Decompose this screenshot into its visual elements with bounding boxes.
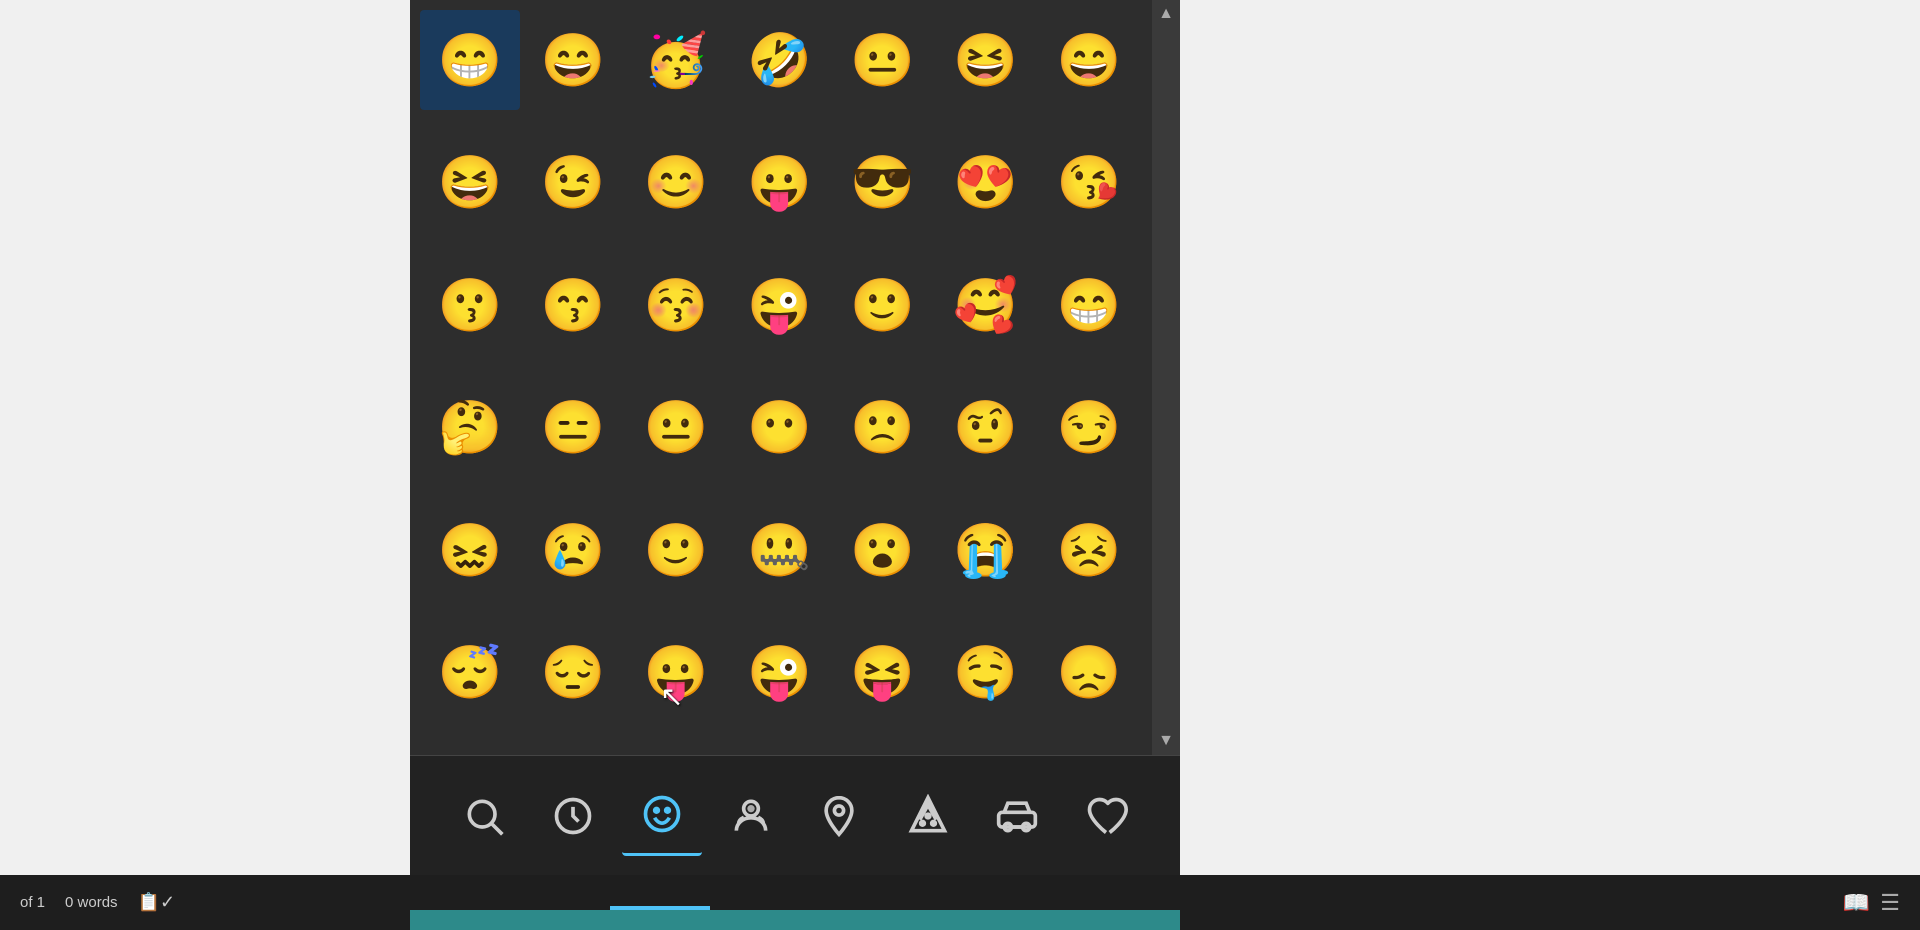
emoji-grid: 😁😄🥳🤣😐😆😄😆😉😊😛😎😍😘😗😙😚😜🙂🥰😁🤔😑😐😶🙁🤨😏😖😢🙂🤐😮😭😣😴😔😛😜😝… xyxy=(410,0,1180,755)
toolbar-people-btn[interactable] xyxy=(711,776,791,856)
emoji-cell[interactable]: 😣 xyxy=(1039,500,1139,600)
emoji-cell[interactable]: 😞 xyxy=(1039,623,1139,723)
heart-icon xyxy=(1084,794,1128,838)
emoji-icon xyxy=(640,792,684,836)
emoji-cell[interactable]: 😭 xyxy=(936,500,1036,600)
emoji-cell[interactable]: 🥳 xyxy=(626,10,726,110)
emoji-cell[interactable]: 😛 xyxy=(729,133,829,233)
emoji-cell[interactable]: 😑 xyxy=(523,378,623,478)
emoji-cell[interactable]: 😆 xyxy=(420,133,520,233)
emoji-cell[interactable]: 😖 xyxy=(420,500,520,600)
toolbar-search-btn[interactable] xyxy=(444,776,524,856)
food-icon xyxy=(906,794,950,838)
activity-icon xyxy=(817,794,861,838)
emoji-cell[interactable]: 😘 xyxy=(1039,133,1139,233)
picker-scrollbar[interactable]: ▲ ▼ xyxy=(1152,0,1180,755)
people-icon xyxy=(729,794,773,838)
emoji-picker-panel: ▲ ▼ 😁😄🥳🤣😐😆😄😆😉😊😛😎😍😘😗😙😚😜🙂🥰😁🤔😑😐😶🙁🤨😏😖😢🙂🤐😮😭😣😴… xyxy=(410,0,1180,875)
emoji-cell[interactable]: 😛 xyxy=(626,623,726,723)
emoji-cell[interactable]: 😗 xyxy=(420,255,520,355)
emoji-cell[interactable]: 😆 xyxy=(936,10,1036,110)
toolbar-travel-btn[interactable] xyxy=(977,776,1057,856)
emoji-cell[interactable]: 😴 xyxy=(420,623,520,723)
scroll-up-arrow[interactable]: ▲ xyxy=(1158,5,1174,23)
emoji-cell[interactable]: 🤣 xyxy=(729,10,829,110)
book-icon: 📖 xyxy=(1843,890,1870,916)
emoji-cell[interactable]: 😎 xyxy=(833,133,933,233)
emoji-cell[interactable]: 😄 xyxy=(523,10,623,110)
toolbar-activity-btn[interactable] xyxy=(799,776,879,856)
toolbar-recent-btn[interactable] xyxy=(533,776,613,856)
emoji-cell[interactable]: 😏 xyxy=(1039,378,1139,478)
page-indicator: of 1 xyxy=(20,894,45,911)
doc-check-icon: 📋✓ xyxy=(138,892,176,913)
emoji-cell[interactable]: 🙁 xyxy=(833,378,933,478)
search-icon xyxy=(462,794,506,838)
emoji-cell[interactable]: 😔 xyxy=(523,623,623,723)
emoji-cell[interactable]: 😄 xyxy=(1039,10,1139,110)
emoji-cell[interactable]: 😁 xyxy=(420,10,520,110)
emoji-cell[interactable]: 🙂 xyxy=(833,255,933,355)
teal-bottom-bar xyxy=(410,910,1180,930)
emoji-cell[interactable]: 🙂 xyxy=(626,500,726,600)
emoji-cell[interactable]: 😐 xyxy=(626,378,726,478)
emoji-cell[interactable]: 🤤 xyxy=(936,623,1036,723)
emoji-cell[interactable]: 😝 xyxy=(833,623,933,723)
emoji-cell[interactable]: 🤨 xyxy=(936,378,1036,478)
emoji-cell[interactable]: 😚 xyxy=(626,255,726,355)
document-left-bg xyxy=(0,0,410,930)
travel-icon xyxy=(995,794,1039,838)
document-right-bg xyxy=(1180,0,1920,930)
emoji-cell[interactable]: 🤐 xyxy=(729,500,829,600)
emoji-cell[interactable]: 😍 xyxy=(936,133,1036,233)
scroll-down-arrow[interactable]: ▼ xyxy=(1158,732,1174,750)
word-count: 0 words xyxy=(65,894,118,911)
emoji-cell[interactable]: 🤔 xyxy=(420,378,520,478)
emoji-cell[interactable]: 😶 xyxy=(729,378,829,478)
active-tab-indicator xyxy=(610,906,710,910)
emoji-cell[interactable]: 😉 xyxy=(523,133,623,233)
emoji-cell[interactable]: 😙 xyxy=(523,255,623,355)
emoji-toolbar xyxy=(410,755,1180,875)
emoji-cell[interactable]: 😊 xyxy=(626,133,726,233)
lines-icon: ☰ xyxy=(1880,890,1900,916)
toolbar-emoji-btn[interactable] xyxy=(622,776,702,856)
clock-icon xyxy=(551,794,595,838)
toolbar-food-btn[interactable] xyxy=(888,776,968,856)
emoji-cell[interactable]: 😮 xyxy=(833,500,933,600)
toolbar-favorites-btn[interactable] xyxy=(1066,776,1146,856)
emoji-cell[interactable]: 😜 xyxy=(729,623,829,723)
emoji-cell[interactable]: 😐 xyxy=(833,10,933,110)
emoji-cell[interactable]: 😢 xyxy=(523,500,623,600)
emoji-cell[interactable]: 😜 xyxy=(729,255,829,355)
emoji-cell[interactable]: 😁 xyxy=(1039,255,1139,355)
emoji-cell[interactable]: 🥰 xyxy=(936,255,1036,355)
